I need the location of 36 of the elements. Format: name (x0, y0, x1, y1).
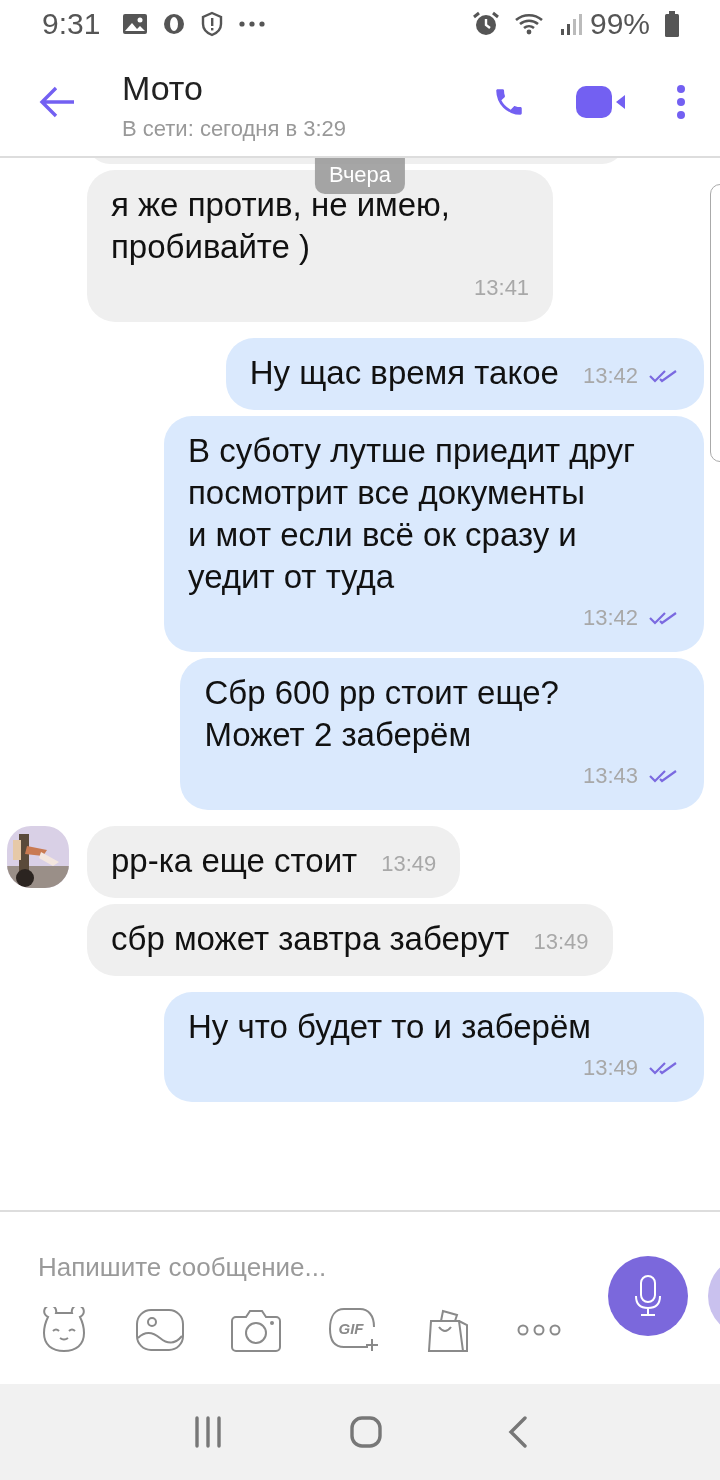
more-icon (238, 20, 267, 28)
message-text: рр-ка еще стоит (111, 841, 358, 881)
message-time: 13:42 (582, 362, 638, 390)
battery-icon (664, 10, 680, 38)
browser-icon (162, 12, 187, 36)
back-arrow-icon[interactable] (38, 86, 76, 118)
video-call-icon[interactable] (576, 86, 626, 118)
camera-icon[interactable] (230, 1307, 283, 1353)
message-time: 13:41 (474, 274, 530, 302)
message-input[interactable]: Напишите сообщение... (38, 1247, 518, 1287)
signal-icon (559, 12, 582, 36)
alarm-icon (471, 10, 500, 38)
message-time: 13:42 (582, 604, 638, 632)
message-time: 13:49 (533, 928, 589, 956)
back-icon[interactable] (507, 1416, 528, 1448)
message-text: сбр может завтра заберут (111, 919, 510, 959)
message-text: Ну что будет то и заберём (188, 1007, 591, 1047)
shield-icon (200, 11, 225, 37)
message-time: 13:49 (381, 850, 437, 878)
message-text: В суботу лутше приедит друг посмотрит все документы и мот если всё ок сразу и уедит от туда (188, 431, 636, 597)
image-icon (122, 12, 149, 36)
more-options-icon[interactable] (676, 85, 686, 119)
message-text: Ну щас время такое (249, 353, 559, 393)
online-status: В сети: сегодня в 3:29 (122, 115, 348, 142)
message-time: 13:49 (582, 1054, 638, 1082)
message-time: 13:43 (582, 762, 638, 790)
gallery-icon[interactable] (135, 1308, 186, 1352)
chat-title: Мото (122, 68, 204, 108)
microphone-icon (633, 1274, 663, 1318)
home-icon[interactable] (349, 1415, 383, 1449)
more-icon[interactable] (515, 1323, 562, 1337)
date-label: Вчера (314, 158, 406, 194)
message-text: Сбр 600 рр стоит еще? Может 2 заберём (204, 673, 559, 755)
status-time: 9:31 (42, 7, 101, 41)
shopping-bag-icon[interactable] (426, 1307, 471, 1353)
battery-percent: 99% (589, 7, 650, 41)
